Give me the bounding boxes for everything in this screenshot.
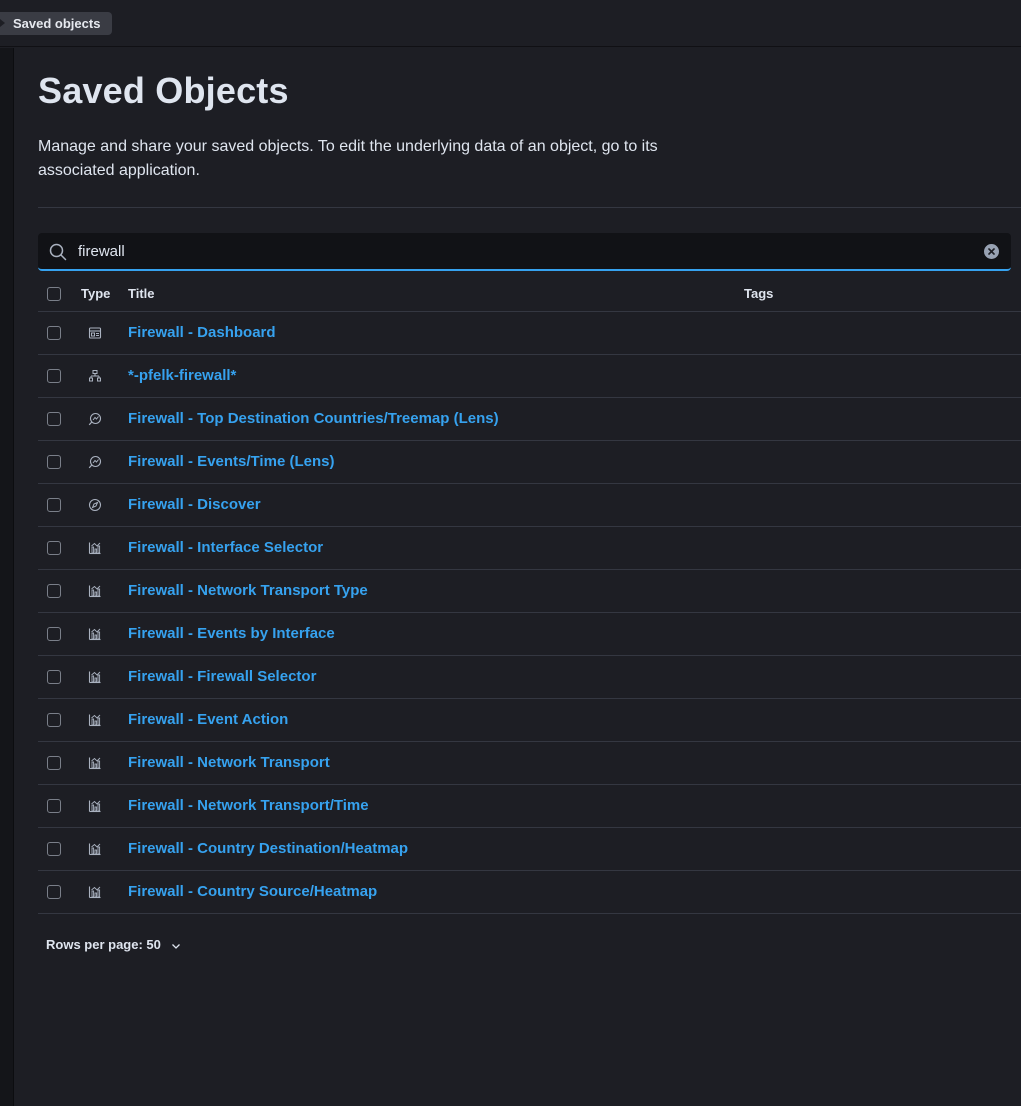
side-nav-rail xyxy=(0,48,14,1106)
table-row: Firewall - Network Transport Type xyxy=(38,570,1021,613)
column-header-type[interactable]: Type xyxy=(81,286,110,301)
object-title-link[interactable]: Firewall - Country Source/Heatmap xyxy=(128,883,377,900)
table-row: *-pfelk-firewall* xyxy=(38,355,1021,398)
table-row: Firewall - Network Transport/Time xyxy=(38,785,1021,828)
table-row: Firewall - Country Destination/Heatmap xyxy=(38,828,1021,871)
rows-per-page-label: Rows per page: 50 xyxy=(46,937,161,952)
table-row: Firewall - Interface Selector xyxy=(38,527,1021,570)
select-all-checkbox[interactable] xyxy=(47,287,61,301)
discover-icon xyxy=(88,498,102,512)
visualization-icon xyxy=(88,757,101,770)
index-pattern-icon xyxy=(89,370,101,382)
search-input[interactable] xyxy=(78,233,958,269)
object-title-link[interactable]: Firewall - Dashboard xyxy=(128,324,276,341)
visualization-icon xyxy=(88,886,101,899)
object-title-link[interactable]: Firewall - Firewall Selector xyxy=(128,668,316,685)
row-checkbox[interactable] xyxy=(47,369,61,383)
chevron-down-icon xyxy=(171,943,180,949)
table-row: Firewall - Events by Interface xyxy=(38,613,1021,656)
visualization-icon xyxy=(88,843,101,856)
row-checkbox[interactable] xyxy=(47,412,61,426)
object-title-link[interactable]: Firewall - Network Transport Type xyxy=(128,582,368,599)
table-header: Type Title Tags xyxy=(38,273,1021,312)
row-checkbox[interactable] xyxy=(47,799,61,813)
row-checkbox[interactable] xyxy=(47,584,61,598)
row-checkbox[interactable] xyxy=(47,885,61,899)
row-checkbox[interactable] xyxy=(47,756,61,770)
header-divider xyxy=(38,207,1021,208)
clear-search-button[interactable] xyxy=(984,244,999,259)
column-header-tags: Tags xyxy=(744,286,774,301)
object-title-link[interactable]: Firewall - Top Destination Countries/Tre… xyxy=(128,410,499,427)
search-icon xyxy=(49,243,67,261)
visualization-icon xyxy=(88,585,101,598)
page-title: Saved Objects xyxy=(38,70,289,111)
row-checkbox[interactable] xyxy=(47,455,61,469)
search-bar[interactable] xyxy=(38,233,1011,271)
top-header: Saved objects xyxy=(0,0,1021,47)
breadcrumb-saved-objects[interactable]: Saved objects xyxy=(0,12,113,35)
row-checkbox[interactable] xyxy=(47,670,61,684)
visualization-icon xyxy=(88,671,101,684)
visualization-icon xyxy=(88,542,101,555)
object-title-link[interactable]: Firewall - Network Transport/Time xyxy=(128,797,369,814)
row-checkbox[interactable] xyxy=(47,326,61,340)
table-body: Firewall - Dashboard *-pfelk-firewall* Fir… xyxy=(38,312,1021,914)
object-title-link[interactable]: Firewall - Events by Interface xyxy=(128,625,335,642)
dashboard-icon xyxy=(88,327,102,339)
table-row: Firewall - Dashboard xyxy=(38,312,1021,355)
table-row: Firewall - Discover xyxy=(38,484,1021,527)
object-title-link[interactable]: Firewall - Country Destination/Heatmap xyxy=(128,840,408,857)
table-row: Firewall - Event Action xyxy=(38,699,1021,742)
row-checkbox[interactable] xyxy=(47,713,61,727)
table-row: Firewall - Network Transport xyxy=(38,742,1021,785)
row-checkbox[interactable] xyxy=(47,541,61,555)
lens-icon xyxy=(88,455,102,469)
object-title-link[interactable]: Firewall - Interface Selector xyxy=(128,539,323,556)
object-title-link[interactable]: Firewall - Discover xyxy=(128,496,261,513)
table-row: Firewall - Firewall Selector xyxy=(38,656,1021,699)
row-checkbox[interactable] xyxy=(47,842,61,856)
object-title-link[interactable]: Firewall - Events/Time (Lens) xyxy=(128,453,334,470)
visualization-icon xyxy=(88,628,101,641)
object-title-link[interactable]: Firewall - Event Action xyxy=(128,711,288,728)
row-checkbox[interactable] xyxy=(47,498,61,512)
rows-per-page-button[interactable]: Rows per page: 50 xyxy=(46,937,181,952)
saved-objects-table: Type Title Tags Firewall - Dashboard *-pf… xyxy=(38,273,1021,914)
table-row: Firewall - Top Destination Countries/Tre… xyxy=(38,398,1021,441)
column-header-title[interactable]: Title xyxy=(128,286,155,301)
row-checkbox[interactable] xyxy=(47,627,61,641)
visualization-icon xyxy=(88,800,101,813)
clear-icon xyxy=(988,248,995,255)
object-title-link[interactable]: *-pfelk-firewall* xyxy=(128,367,236,384)
table-row: Firewall - Country Source/Heatmap xyxy=(38,871,1021,914)
lens-icon xyxy=(88,412,102,426)
object-title-link[interactable]: Firewall - Network Transport xyxy=(128,754,330,771)
table-row: Firewall - Events/Time (Lens) xyxy=(38,441,1021,484)
page-description: Manage and share your saved objects. To … xyxy=(38,138,658,179)
visualization-icon xyxy=(88,714,101,727)
